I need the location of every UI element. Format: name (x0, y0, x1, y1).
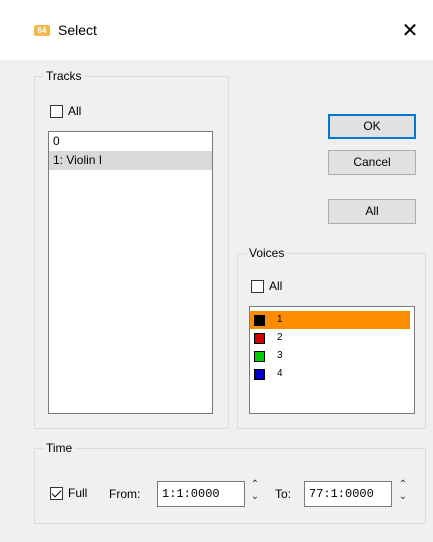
all-button[interactable]: All (328, 199, 416, 224)
tracks-all-checkbox-row[interactable]: All (50, 104, 81, 118)
voices-group-label: Voices (246, 245, 288, 261)
close-button[interactable]: ✕ (392, 14, 428, 48)
voices-all-checkbox[interactable] (251, 279, 264, 293)
window-title: Select (58, 22, 97, 38)
voice-item-4[interactable]: 4 (250, 365, 414, 383)
ok-button[interactable]: OK (328, 114, 416, 139)
voice-label: 4 (277, 368, 283, 379)
spin-up-icon[interactable]: ⌃ (247, 479, 263, 490)
voice-label: 3 (277, 350, 283, 361)
app-icon: 64 (34, 25, 50, 36)
voices-all-checkbox-row[interactable]: All (251, 279, 282, 293)
track-item-1[interactable]: 1: Violin I (49, 151, 212, 170)
track-item-0[interactable]: 0 (49, 132, 212, 151)
voice-label: 1 (277, 314, 283, 325)
to-field[interactable]: 77:1:0000 (304, 481, 392, 507)
from-spinner[interactable]: ⌃ ⌄ (247, 479, 263, 509)
cancel-button[interactable]: Cancel (328, 150, 416, 175)
voice-color-swatch (254, 314, 265, 326)
time-group-label: Time (43, 440, 76, 456)
time-full-checkbox[interactable] (50, 486, 63, 500)
spin-down-icon[interactable]: ⌄ (247, 491, 263, 502)
spin-down-icon[interactable]: ⌄ (395, 491, 411, 502)
time-full-label: Full (68, 486, 88, 500)
close-icon: ✕ (401, 20, 419, 42)
voices-all-label: All (269, 279, 283, 293)
voice-color-swatch (254, 350, 265, 362)
to-spinner[interactable]: ⌃ ⌄ (395, 479, 411, 509)
title-bar: 64 Select ✕ (0, 0, 433, 60)
from-field[interactable]: 1:1:0000 (157, 481, 245, 507)
tracks-all-label: All (68, 104, 82, 118)
voice-item-1[interactable]: 1 (250, 311, 410, 329)
from-label: From: (109, 487, 141, 501)
tracks-listbox[interactable]: 0 1: Violin I (48, 131, 213, 414)
voice-item-2[interactable]: 2 (250, 329, 414, 347)
tracks-group-label: Tracks (43, 68, 85, 84)
voices-listbox[interactable]: 1 2 3 4 (249, 306, 415, 414)
voice-label: 2 (277, 332, 283, 343)
voice-item-3[interactable]: 3 (250, 347, 414, 365)
tracks-all-checkbox[interactable] (50, 104, 63, 118)
voice-color-swatch (254, 332, 265, 344)
voice-color-swatch (254, 368, 265, 380)
to-label: To: (275, 487, 292, 501)
time-full-checkbox-row[interactable]: Full (50, 486, 87, 500)
spin-up-icon[interactable]: ⌃ (395, 479, 411, 490)
